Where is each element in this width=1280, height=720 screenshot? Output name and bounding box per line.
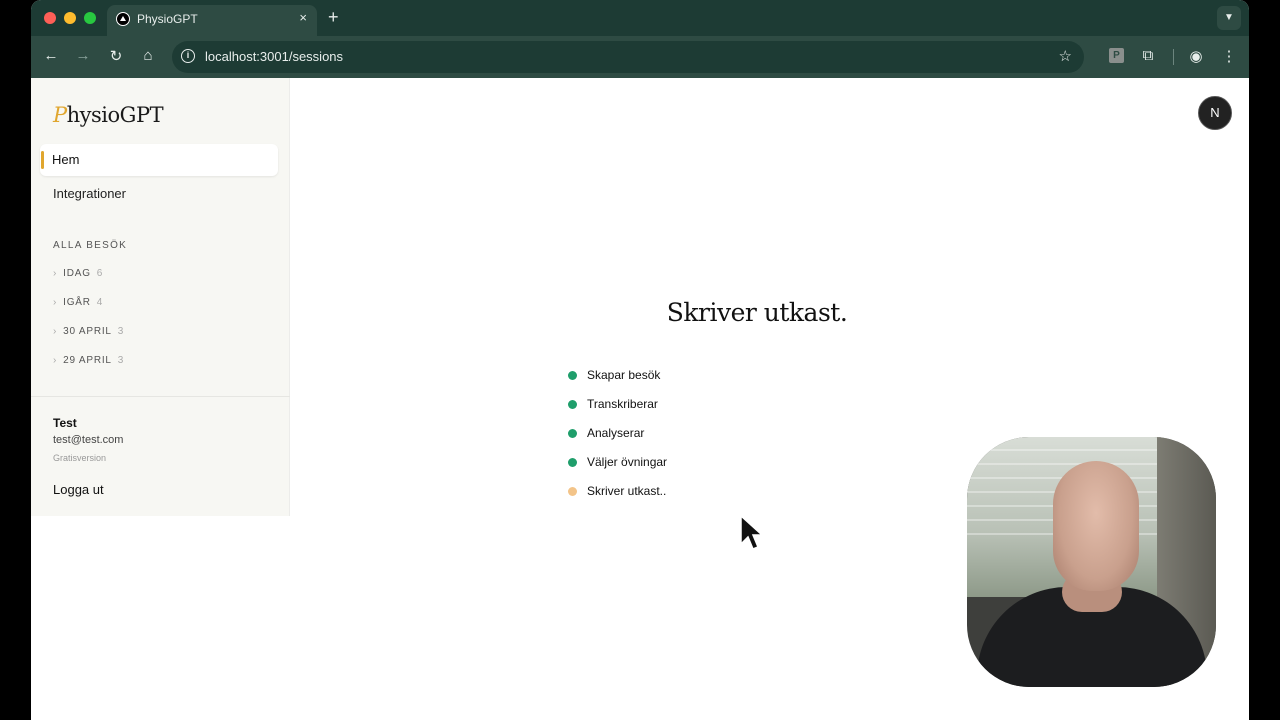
chevron-right-icon: › [53,326,58,337]
group-count: 6 [96,268,104,279]
home-icon[interactable]: ⌂ [138,47,158,64]
logo-letter: P [53,103,67,127]
mouse-cursor-icon [740,514,763,550]
sidebar-divider [31,396,290,397]
step-label: Analyserar [587,426,645,440]
group-label: 29 APRIL [63,355,112,366]
address-bar[interactable]: i localhost:3001/sessions ☆ [172,41,1084,73]
close-window-button[interactable] [44,12,56,24]
logout-button[interactable]: Logga ut [53,482,104,497]
chevron-right-icon: › [53,297,58,308]
status-dot-icon [568,429,577,438]
status-dot-icon [568,371,577,380]
info-icon[interactable]: i [181,49,195,63]
step-label: Väljer övningar [587,455,668,469]
back-icon[interactable]: ← [41,47,61,64]
webcam-overlay [967,437,1216,687]
status-dot-icon [568,458,577,467]
extension-icon[interactable]: ⧉ [1138,47,1158,64]
group-29-april[interactable]: › 29 APRIL 3 [53,355,124,373]
step-label: Transkriberar [587,397,658,411]
browser-window: PhysioGPT × + ▼ ← → ↻ ⌂ i localhost:3001… [31,0,1249,720]
section-title: ALLA BESÖK [53,240,128,251]
tab-close-icon[interactable]: × [299,10,307,25]
group-count: 4 [96,297,104,308]
maximize-window-button[interactable] [84,12,96,24]
menu-icon[interactable]: ⋮ [1219,47,1239,65]
status-dot-icon [568,400,577,409]
user-email: test@test.com [53,434,124,446]
profile-icon[interactable]: ◉ [1186,47,1206,65]
toolbar-divider [1173,49,1174,65]
avatar[interactable]: N [1198,96,1232,130]
sidebar: PhysioGPT Hem Integrationer ALLA BESÖK ›… [31,78,290,516]
tab-physiogpt[interactable]: PhysioGPT × [107,5,317,36]
url-text[interactable]: localhost:3001/sessions [205,49,343,64]
new-tab-button[interactable]: + [328,7,339,28]
chevron-right-icon: › [53,268,58,279]
user-name: Test [53,416,77,430]
chevron-right-icon: › [53,355,58,366]
group-label: IDAG [63,268,91,279]
group-label: IGÅR [63,297,91,308]
sidebar-item-label: Hem [52,152,80,167]
chevron-down-icon[interactable]: ▼ [1217,6,1241,30]
logo-text: hysioGPT [66,103,164,127]
forward-icon[interactable]: → [73,47,93,64]
webcam-person-head [1053,461,1139,591]
sidebar-item-integrationer[interactable]: Integrationer [53,186,126,201]
group-count: 3 [117,326,125,337]
sidebar-item-hem[interactable]: Hem [40,144,278,176]
page-title: Skriver utkast. [666,298,848,327]
p-extension-icon[interactable]: P [1109,48,1124,63]
user-plan: Gratisversion [53,453,107,463]
active-indicator [41,151,44,169]
group-label: 30 APRIL [63,326,112,337]
status-dot-icon [568,487,577,496]
group-count: 3 [117,355,125,366]
minimize-window-button[interactable] [64,12,76,24]
browser-toolbar: ← → ↻ ⌂ i localhost:3001/sessions ☆ P ⧉ … [31,36,1249,78]
logo[interactable]: PhysioGPT [53,103,164,127]
reload-icon[interactable]: ↻ [106,47,126,65]
group-idag[interactable]: › IDAG 6 [53,268,103,286]
step-label: Skapar besök [587,368,661,382]
group-igar[interactable]: › IGÅR 4 [53,297,103,315]
group-30-april[interactable]: › 30 APRIL 3 [53,326,124,344]
tab-strip: PhysioGPT × + ▼ [31,0,1249,36]
star-icon[interactable]: ☆ [1059,47,1072,65]
tab-title: PhysioGPT [137,12,198,26]
favicon-icon [116,12,130,26]
step-label: Skriver utkast.. [587,484,667,498]
